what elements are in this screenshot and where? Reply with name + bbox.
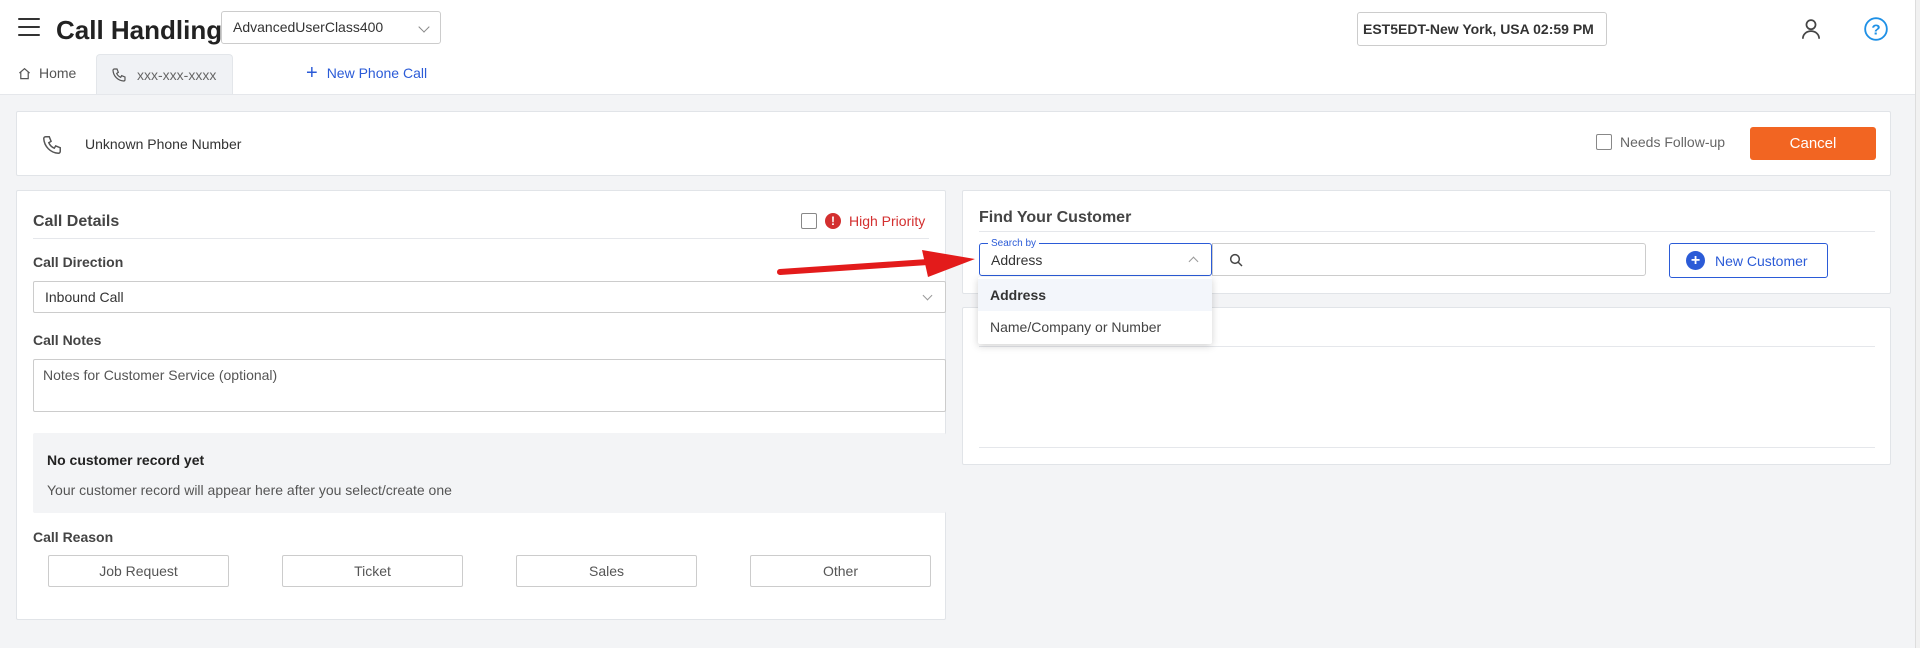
no-record-title: No customer record yet [47,452,205,468]
reason-sales-button[interactable]: Sales [516,555,697,587]
high-priority-label: High Priority [849,213,926,229]
call-direction-select[interactable]: Inbound Call [33,281,946,313]
search-by-value: Address [991,252,1043,268]
call-reason-label: Call Reason [33,529,114,545]
call-details-title: Call Details [33,213,120,230]
call-info-bar: Unknown Phone Number Needs Follow-up Can… [16,111,1891,176]
high-priority-checkbox[interactable]: ! High Priority [801,213,925,229]
reason-job-request-button[interactable]: Job Request [48,555,229,587]
find-customer-title: Find Your Customer [979,209,1132,226]
timezone-clock: EST5EDT-New York, USA 02:59 PM [1357,12,1607,46]
tab-phone-label: xxx-xxx-xxxx [137,66,217,83]
chevron-up-icon [1188,256,1199,267]
home-icon [19,67,30,79]
divider [979,447,1875,448]
reason-other-button[interactable]: Other [750,555,931,587]
search-by-option-address[interactable]: Address [978,279,1212,311]
tab-home[interactable]: Home [10,56,84,90]
search-by-option-name-company-number[interactable]: Name/Company or Number [978,311,1212,343]
user-profile-icon[interactable] [1798,16,1824,42]
hamburger-menu-icon[interactable] [18,18,40,36]
new-phone-call-tab[interactable]: + New Phone Call [306,56,427,90]
call-direction-label: Call Direction [33,254,124,270]
call-notes-placeholder: Notes for Customer Service (optional) [43,367,278,383]
help-icon[interactable]: ? [1863,16,1889,42]
page-title: Call Handling [56,15,223,45]
call-direction-value: Inbound Call [45,289,124,305]
alert-icon: ! [825,213,841,229]
checkbox-icon[interactable] [801,213,817,229]
new-phone-call-label: New Phone Call [326,65,428,81]
phone-icon [112,67,126,82]
needs-followup-checkbox[interactable]: Needs Follow-up [1596,134,1725,150]
search-icon [1229,253,1243,267]
reason-ticket-button[interactable]: Ticket [282,555,463,587]
divider [33,238,929,239]
new-customer-label: New Customer [1715,252,1808,269]
phone-icon [43,136,61,154]
search-by-legend: Search by [988,238,1040,249]
divider [979,231,1875,232]
tab-home-label: Home [39,65,77,81]
customer-search-input[interactable] [1212,243,1646,276]
annotation-arrow-icon [777,250,975,277]
new-customer-button[interactable]: + New Customer [1669,243,1828,278]
chevron-down-icon [418,21,430,33]
customer-record-placeholder: No customer record yet Your customer rec… [33,433,946,513]
chevron-down-icon [922,290,933,301]
search-by-select[interactable]: Search by Address [979,238,1212,276]
page-scrollbar[interactable] [1915,0,1920,648]
tab-phone-call[interactable]: xxx-xxx-xxxx [96,54,233,94]
phone-number-label: Unknown Phone Number [85,136,242,152]
no-record-text: Your customer record will appear here af… [47,482,452,498]
cancel-button[interactable]: Cancel [1750,127,1876,160]
user-class-value: AdvancedUserClass400 [233,19,384,35]
checkbox-icon[interactable] [1596,134,1612,150]
plus-icon: + [306,62,318,84]
search-by-dropdown-menu: Address Name/Company or Number [978,277,1212,344]
user-class-select[interactable]: AdvancedUserClass400 [221,11,441,44]
divider [979,346,1875,347]
svg-text:?: ? [1871,21,1880,38]
needs-followup-label: Needs Follow-up [1620,134,1726,150]
call-notes-label: Call Notes [33,332,102,348]
top-header: Call Handling AdvancedUserClass400 EST5E… [0,0,1915,94]
call-notes-textarea[interactable]: Notes for Customer Service (optional) [33,359,946,412]
add-circle-icon: + [1686,251,1705,270]
